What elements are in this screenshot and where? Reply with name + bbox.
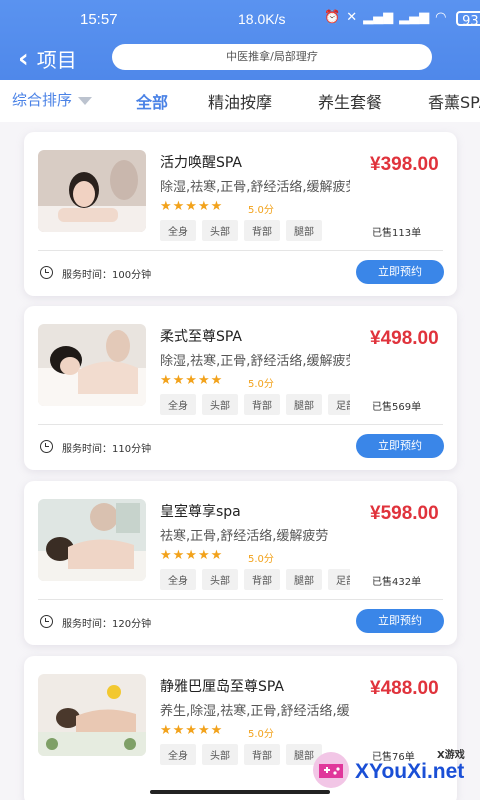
product-price: ¥498.00 bbox=[370, 328, 439, 349]
sort-dropdown[interactable]: 综合排序 bbox=[12, 89, 93, 110]
status-bar: 15:57 18.0K/s ⏰ ✕ ▂▄▆ ▂▄▆ ◠ 93 bbox=[0, 0, 480, 38]
product-card[interactable]: 皇室尊享spa 祛寒,正骨,舒经活络,缓解疲劳 ★★★★★ 5.0分 全身 头部背… bbox=[24, 481, 457, 645]
clock-icon bbox=[40, 440, 53, 453]
product-price: ¥598.00 bbox=[370, 503, 439, 524]
product-image bbox=[38, 499, 146, 581]
star-rating: ★★★★★ bbox=[160, 373, 224, 388]
product-card[interactable]: 活力唤醒SPA 除湿,祛寒,正骨,舒经活络,缓解疲劳 ★★★★★ 5.0分 全身… bbox=[24, 132, 457, 296]
filter-tabs: 综合排序 全部 精油按摩 养生套餐 香薰SPA bbox=[0, 80, 480, 122]
back-button[interactable]: ‹ 项目 bbox=[18, 44, 77, 73]
chip: 腿部 bbox=[286, 394, 322, 415]
chip: 背部 bbox=[244, 744, 280, 765]
book-now-button[interactable]: 立即预约 bbox=[356, 434, 444, 458]
book-now-button[interactable]: 立即预约 bbox=[356, 260, 444, 284]
network-speed: 18.0K/s bbox=[238, 11, 286, 27]
star-rating: ★★★★★ bbox=[160, 723, 224, 738]
rating-score: 5.0分 bbox=[248, 554, 274, 565]
product-title: 静雅巴厘岛至尊SPA bbox=[160, 679, 285, 695]
watermark-site-text: XYouXi.net bbox=[355, 760, 465, 783]
chip: 全身 bbox=[160, 744, 196, 765]
sort-label: 综合排序 bbox=[12, 91, 73, 109]
body-part-chips: 全身头部背部腿部足部 bbox=[160, 394, 350, 415]
service-duration: 服务时间：120分钟 bbox=[62, 619, 152, 630]
caret-down-icon bbox=[78, 96, 93, 105]
product-tags: 除湿,祛寒,正骨,舒经活络,缓解疲劳 bbox=[160, 180, 350, 195]
app-header: 15:57 18.0K/s ⏰ ✕ ▂▄▆ ▂▄▆ ◠ 93 ‹ 项目 中医推拿… bbox=[0, 0, 480, 80]
alarm-icon: ⏰ bbox=[324, 10, 341, 25]
wifi-icon: ◠ bbox=[435, 10, 447, 25]
product-card[interactable]: 柔式至尊SPA 除湿,祛寒,正骨,舒经活络,缓解疲劳 ★★★★★ 5.0分 全身… bbox=[24, 306, 457, 470]
product-tags: 养生,除湿,祛寒,正骨,舒经活络,缓解疲劳 bbox=[160, 704, 350, 719]
battery-icon: 93 bbox=[456, 10, 480, 29]
star-rating: ★★★★★ bbox=[160, 548, 224, 563]
product-price: ¥398.00 bbox=[370, 154, 439, 175]
chip: 背部 bbox=[244, 394, 280, 415]
tab-all[interactable]: 全部 bbox=[136, 89, 168, 113]
rating-score: 5.0分 bbox=[248, 729, 274, 740]
clock-icon bbox=[40, 615, 53, 628]
watermark: X游戏 XYouXi.net bbox=[305, 740, 480, 800]
tab-essential-oil-massage[interactable]: 精油按摩 bbox=[208, 89, 272, 113]
service-duration: 服务时间：110分钟 bbox=[62, 444, 152, 455]
clock-icon bbox=[40, 266, 53, 279]
product-title: 柔式至尊SPA bbox=[160, 329, 243, 345]
rating-score: 5.0分 bbox=[248, 379, 274, 390]
sold-count: 已售113单 bbox=[372, 228, 422, 239]
search-input[interactable]: 中医推拿/局部理疗 bbox=[112, 44, 432, 70]
star-rating: ★★★★★ bbox=[160, 199, 224, 214]
signal-icon: ▂▄▆ bbox=[363, 10, 394, 25]
status-time: 15:57 bbox=[80, 11, 118, 28]
product-price: ¥488.00 bbox=[370, 678, 439, 699]
signal-2-icon: ▂▄▆ bbox=[399, 10, 430, 25]
chip: 背部 bbox=[244, 220, 280, 241]
sold-count: 已售569单 bbox=[372, 402, 422, 413]
chip: 足部 bbox=[328, 394, 350, 415]
home-indicator[interactable] bbox=[150, 790, 330, 794]
sold-count: 已售432单 bbox=[372, 577, 422, 588]
tab-aroma-spa[interactable]: 香薰SPA bbox=[428, 89, 480, 113]
chip: 头部 bbox=[202, 744, 238, 765]
watermark-small-text: X游戏 bbox=[437, 750, 465, 761]
product-title: 活力唤醒SPA bbox=[160, 155, 243, 171]
chip: 头部 bbox=[202, 569, 238, 590]
page-title: 项目 bbox=[36, 48, 77, 72]
chip: 足部 bbox=[328, 569, 350, 590]
tab-health-package[interactable]: 养生套餐 bbox=[318, 89, 382, 113]
product-image bbox=[38, 674, 146, 756]
chip: 全身 bbox=[160, 220, 196, 241]
body-part-chips: 全身 头部 背部 腿部 bbox=[160, 220, 350, 241]
book-now-button[interactable]: 立即预约 bbox=[356, 609, 444, 633]
service-duration: 服务时间：100分钟 bbox=[62, 270, 152, 281]
chip: 背部 bbox=[244, 569, 280, 590]
chevron-left-icon: ‹ bbox=[18, 43, 29, 74]
rating-score: 5.0分 bbox=[248, 205, 274, 216]
chip: 全身 bbox=[160, 394, 196, 415]
product-tags: 除湿,祛寒,正骨,舒经活络,缓解疲劳 bbox=[160, 354, 350, 369]
gamepad-logo-icon bbox=[313, 752, 349, 788]
mute-icon: ✕ bbox=[346, 10, 358, 25]
divider bbox=[38, 424, 443, 425]
chip: 腿部 bbox=[286, 220, 322, 241]
nav-bar: ‹ 项目 中医推拿/局部理疗 bbox=[0, 38, 480, 80]
product-title: 皇室尊享spa bbox=[160, 504, 241, 520]
chip: 腿部 bbox=[286, 569, 322, 590]
chip: 头部 bbox=[202, 220, 238, 241]
status-icons: ⏰ ✕ ▂▄▆ ▂▄▆ ◠ 93 bbox=[324, 9, 480, 29]
product-image bbox=[38, 150, 146, 232]
chip: 全身 bbox=[160, 569, 196, 590]
product-image bbox=[38, 324, 146, 406]
product-tags: 祛寒,正骨,舒经活络,缓解疲劳 bbox=[160, 529, 329, 544]
body-part-chips: 全身头部背部腿部足部 bbox=[160, 569, 350, 590]
divider bbox=[38, 250, 443, 251]
divider bbox=[38, 599, 443, 600]
chip: 头部 bbox=[202, 394, 238, 415]
